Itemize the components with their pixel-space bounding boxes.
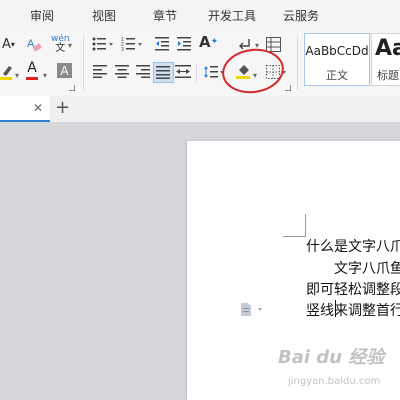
divider bbox=[297, 36, 298, 90]
menu-view[interactable]: 视图 bbox=[92, 8, 116, 24]
font-shrink-button[interactable]: A▾ bbox=[2, 37, 15, 53]
paint-bucket-icon bbox=[236, 65, 250, 79]
font-color-dropdown-icon[interactable]: ▾ bbox=[43, 68, 47, 84]
divider bbox=[196, 64, 197, 82]
watermark-url: jingyan.baidu.com bbox=[288, 376, 381, 387]
new-tab-button[interactable]: + bbox=[55, 97, 70, 119]
justify-button[interactable] bbox=[153, 62, 174, 83]
style-normal-sample: AaBbCcDd bbox=[305, 44, 369, 58]
align-right-button[interactable] bbox=[136, 65, 150, 78]
bullet-list-icon bbox=[92, 37, 113, 51]
font-color-button[interactable]: A bbox=[26, 61, 38, 80]
document-tab[interactable]: ✕ bbox=[0, 96, 50, 122]
table-button[interactable] bbox=[266, 37, 281, 52]
align-right-icon bbox=[136, 65, 150, 78]
font-shrink-label: A bbox=[2, 37, 11, 52]
document-icon bbox=[241, 303, 262, 316]
decrease-indent-button[interactable] bbox=[155, 37, 169, 51]
menu-developer-tools[interactable]: 开发工具 bbox=[208, 8, 256, 24]
distributed-align-icon bbox=[175, 65, 191, 78]
eraser-icon: A bbox=[27, 38, 42, 52]
distributed-align-button[interactable] bbox=[175, 65, 191, 78]
svg-text:3: 3 bbox=[121, 47, 124, 51]
align-center-button[interactable] bbox=[115, 65, 129, 78]
line-spacing-button[interactable] bbox=[204, 65, 226, 79]
justify-icon bbox=[156, 66, 170, 79]
shading-dropdown-icon[interactable]: ▾ bbox=[253, 68, 257, 84]
style-normal-tile[interactable]: AaBbCcDd 正文 bbox=[304, 33, 370, 86]
numbered-list-button[interactable]: 1 2 3 bbox=[121, 37, 145, 51]
font-dialog-launcher-icon[interactable] bbox=[69, 85, 75, 91]
highlight-dropdown-icon[interactable]: ▾ bbox=[15, 68, 19, 84]
align-center-icon bbox=[115, 65, 129, 78]
text-effect-button[interactable]: A✦ bbox=[199, 34, 218, 51]
bullet-list-button[interactable] bbox=[92, 37, 116, 51]
line-spacing-icon bbox=[204, 66, 224, 78]
page-margin-corner-mark bbox=[283, 214, 306, 237]
align-left-icon bbox=[93, 65, 107, 78]
menu-cloud-service[interactable]: 云服务 bbox=[283, 8, 319, 24]
paragraph-dialog-launcher-icon[interactable] bbox=[285, 85, 291, 91]
watermark: Bai du 经验 bbox=[278, 347, 385, 368]
divider bbox=[83, 36, 84, 90]
style-heading-name: 标题 bbox=[377, 69, 399, 82]
document-text-line[interactable]: 文字八爪鱼 bbox=[334, 260, 400, 278]
document-text-line[interactable]: 竖线来调整首行 bbox=[306, 302, 400, 320]
phonetic-dropdown-icon[interactable]: ▾ bbox=[68, 38, 72, 54]
menu-bar: 审阅 视图 章节 开发工具 云服务 bbox=[0, 0, 400, 31]
paragraph-mark-dropdown-icon[interactable]: ▾ bbox=[255, 38, 259, 54]
shrink-arrow-icon: ▾ bbox=[10, 40, 15, 49]
shading-color-button[interactable] bbox=[236, 63, 252, 80]
highlight-color-button[interactable] bbox=[0, 64, 16, 80]
highlighter-icon bbox=[0, 66, 12, 80]
font-color-bar bbox=[26, 77, 38, 80]
wps-writer-window: 审阅 视图 章节 开发工具 云服务 A▾ A wén 文 ▾ 1 2 3 A✦ … bbox=[0, 0, 400, 400]
document-text-line[interactable]: 什么是文字八爪 bbox=[306, 238, 400, 256]
sparkle-icon: ✦ bbox=[210, 37, 219, 47]
increase-indent-icon bbox=[177, 37, 191, 51]
paragraph-mark-button[interactable] bbox=[237, 37, 253, 53]
return-arrow-icon bbox=[239, 39, 250, 50]
decrease-indent-icon bbox=[155, 37, 169, 51]
align-left-button[interactable] bbox=[93, 65, 107, 78]
text-effect-label: A bbox=[199, 33, 211, 51]
text-cursor bbox=[335, 300, 336, 317]
menu-review[interactable]: 审阅 bbox=[30, 8, 54, 24]
border-grid-icon bbox=[266, 65, 286, 79]
phonetic-guide-button[interactable]: wén 文 bbox=[51, 34, 70, 54]
close-icon[interactable]: ✕ bbox=[33, 101, 43, 115]
style-heading-sample: Aa bbox=[375, 36, 400, 61]
ribbon-toolbar: A▾ A wén 文 ▾ 1 2 3 A✦ ▾ ▾ A ▾ A ▾ AaBbCc… bbox=[0, 30, 400, 98]
numbered-list-icon: 1 2 3 bbox=[121, 37, 142, 51]
table-grid-icon bbox=[266, 37, 281, 52]
document-tab-bar: ✕ + bbox=[0, 96, 400, 122]
borders-button[interactable] bbox=[266, 65, 288, 79]
phonetic-char: 文 bbox=[55, 43, 66, 54]
font-color-label: A bbox=[27, 60, 37, 76]
menu-section[interactable]: 章节 bbox=[153, 8, 177, 24]
paragraph-layout-button[interactable] bbox=[240, 302, 264, 321]
increase-indent-button[interactable] bbox=[177, 37, 191, 51]
document-text-line[interactable]: 即可轻松调整段 bbox=[306, 281, 400, 299]
clear-format-button[interactable]: A bbox=[26, 36, 42, 52]
style-heading-tile[interactable]: Aa 标题 bbox=[371, 33, 400, 86]
style-normal-name: 正文 bbox=[326, 69, 348, 82]
character-shading-button[interactable]: A bbox=[57, 63, 72, 78]
character-shading-label: A bbox=[60, 64, 69, 78]
